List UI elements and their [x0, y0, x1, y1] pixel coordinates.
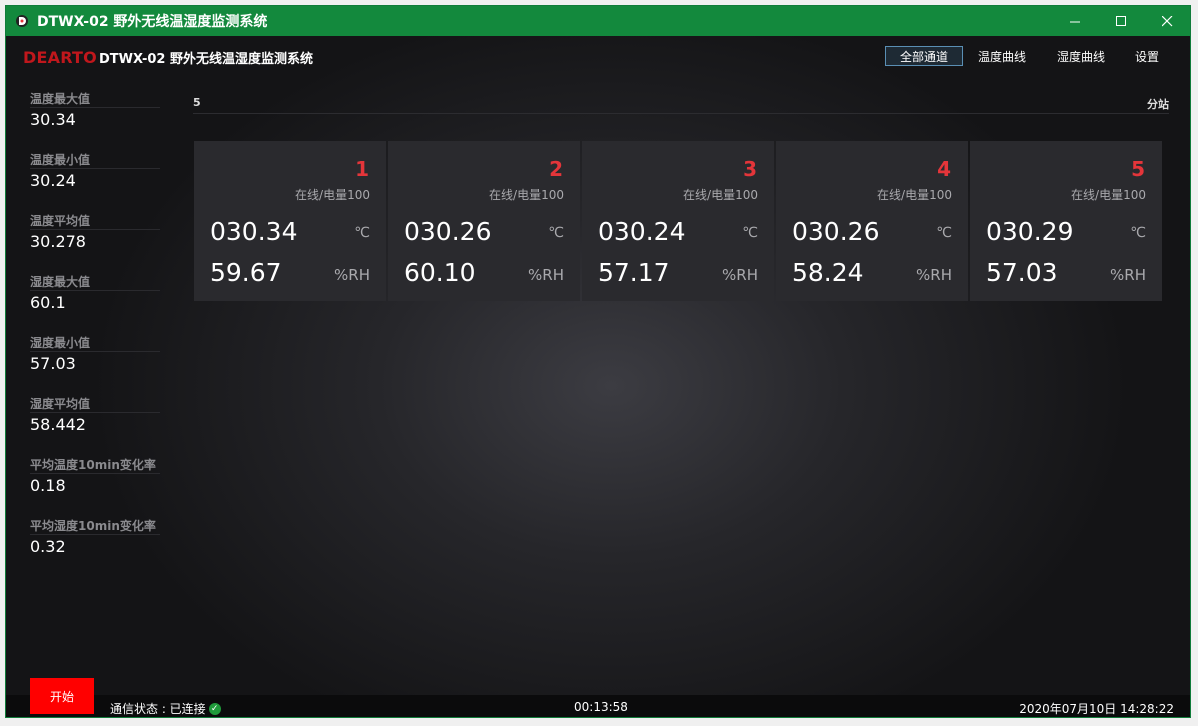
humidity-unit: %RH	[1110, 266, 1146, 284]
stat-temp-avg: 温度平均值 30.278	[30, 212, 160, 273]
station-status: 在线/电量100	[877, 188, 952, 202]
stat-label: 湿度最大值	[30, 273, 160, 291]
humidity-value: 58.24	[792, 258, 864, 287]
current-datetime: 2020年07月10日 14:28:22	[1019, 702, 1174, 716]
stat-value: 60.1	[30, 293, 66, 312]
connection-status: 通信状态 : 已连接 ✓	[110, 700, 221, 717]
stat-temp-rate: 平均温度10min变化率 0.18	[30, 456, 160, 517]
stat-label: 温度最大值	[30, 90, 160, 108]
stat-hum-max: 湿度最大值 60.1	[30, 273, 160, 334]
temperature-value: 030.26	[792, 217, 880, 246]
humidity-unit: %RH	[916, 266, 952, 284]
brand-logo: DEARTO	[23, 48, 97, 67]
humidity-unit: %RH	[334, 266, 370, 284]
maximize-button[interactable]	[1098, 6, 1144, 36]
temperature-value: 030.29	[986, 217, 1074, 246]
stat-label: 平均温度10min变化率	[30, 456, 160, 474]
humidity-unit: %RH	[722, 266, 758, 284]
station-count: 5	[193, 96, 201, 109]
app-icon	[15, 14, 29, 28]
station-list-label: 分站	[1147, 98, 1169, 111]
station-id: 1	[355, 157, 369, 181]
station-list-header: 5 分站	[193, 92, 1169, 114]
app-window: DTWX-02 野外无线温湿度监测系统 DEARTO DTWX-02 野外无线温…	[5, 5, 1191, 718]
stats-panel: 温度最大值 30.34 温度最小值 30.24 温度平均值 30.278 湿度最…	[30, 90, 160, 578]
station-card[interactable]: 4 在线/电量100 030.26 ℃ 58.24 %RH	[776, 141, 968, 301]
station-status: 在线/电量100	[295, 188, 370, 202]
stat-temp-max: 温度最大值 30.34	[30, 90, 160, 151]
stat-value: 0.18	[30, 476, 66, 495]
station-status: 在线/电量100	[683, 188, 758, 202]
stat-value: 30.278	[30, 232, 86, 251]
title-bar: DTWX-02 野外无线温湿度监测系统	[6, 6, 1190, 36]
temperature-unit: ℃	[936, 225, 952, 241]
minimize-icon	[1069, 21, 1080, 22]
close-icon	[1161, 15, 1172, 26]
minimize-button[interactable]	[1052, 6, 1098, 36]
stat-temp-min: 温度最小值 30.24	[30, 151, 160, 212]
tab-temperature-curve[interactable]: 温度曲线	[972, 46, 1032, 66]
stat-value: 57.03	[30, 354, 76, 373]
stat-label: 温度最小值	[30, 151, 160, 169]
connection-status-text: 通信状态 : 已连接	[110, 702, 206, 716]
temperature-value: 030.24	[598, 217, 686, 246]
station-card[interactable]: 5 在线/电量100 030.29 ℃ 57.03 %RH	[970, 141, 1162, 301]
stat-hum-rate: 平均湿度10min变化率 0.32	[30, 517, 160, 578]
station-id: 5	[1131, 157, 1145, 181]
station-id: 3	[743, 157, 757, 181]
humidity-value: 60.10	[404, 258, 476, 287]
humidity-value: 59.67	[210, 258, 282, 287]
station-id: 4	[937, 157, 951, 181]
stat-value: 58.442	[30, 415, 86, 434]
stat-value: 30.34	[30, 110, 76, 129]
station-card[interactable]: 1 在线/电量100 030.34 ℃ 59.67 %RH	[194, 141, 386, 301]
humidity-unit: %RH	[528, 266, 564, 284]
stat-value: 0.32	[30, 537, 66, 556]
maximize-icon	[1115, 15, 1126, 26]
check-icon: ✓	[208, 702, 221, 715]
start-button[interactable]: 开始	[30, 678, 94, 714]
stat-hum-avg: 湿度平均值 58.442	[30, 395, 160, 456]
stat-label: 湿度最小值	[30, 334, 160, 352]
main-content: DEARTO DTWX-02 野外无线温湿度监测系统 全部通道 温度曲线 湿度曲…	[6, 36, 1190, 717]
status-bar: 通信状态 : 已连接 ✓ 00:13:58 2020年07月10日 14:28:…	[6, 695, 1190, 717]
app-title: DTWX-02 野外无线温湿度监测系统	[99, 52, 313, 67]
tab-settings[interactable]: 设置	[1129, 46, 1165, 66]
temperature-unit: ℃	[742, 225, 758, 241]
station-card[interactable]: 3 在线/电量100 030.24 ℃ 57.17 %RH	[582, 141, 774, 301]
tab-humidity-curve[interactable]: 湿度曲线	[1051, 46, 1111, 66]
stat-label: 平均湿度10min变化率	[30, 517, 160, 535]
stat-hum-min: 湿度最小值 57.03	[30, 334, 160, 395]
temperature-value: 030.34	[210, 217, 298, 246]
humidity-value: 57.17	[598, 258, 670, 287]
temperature-value: 030.26	[404, 217, 492, 246]
stat-label: 温度平均值	[30, 212, 160, 230]
station-id: 2	[549, 157, 563, 181]
close-button[interactable]	[1144, 6, 1190, 36]
station-card[interactable]: 2 在线/电量100 030.26 ℃ 60.10 %RH	[388, 141, 580, 301]
humidity-value: 57.03	[986, 258, 1058, 287]
station-status: 在线/电量100	[1071, 188, 1146, 202]
station-cards: 1 在线/电量100 030.34 ℃ 59.67 %RH 2 在线/电量100…	[194, 141, 1162, 301]
window-title: DTWX-02 野外无线温湿度监测系统	[37, 14, 268, 30]
temperature-unit: ℃	[354, 225, 370, 241]
stat-label: 湿度平均值	[30, 395, 160, 413]
tab-all-channels[interactable]: 全部通道	[885, 46, 963, 66]
temperature-unit: ℃	[548, 225, 564, 241]
temperature-unit: ℃	[1130, 225, 1146, 241]
stat-value: 30.24	[30, 171, 76, 190]
elapsed-time: 00:13:58	[574, 700, 628, 714]
station-status: 在线/电量100	[489, 188, 564, 202]
